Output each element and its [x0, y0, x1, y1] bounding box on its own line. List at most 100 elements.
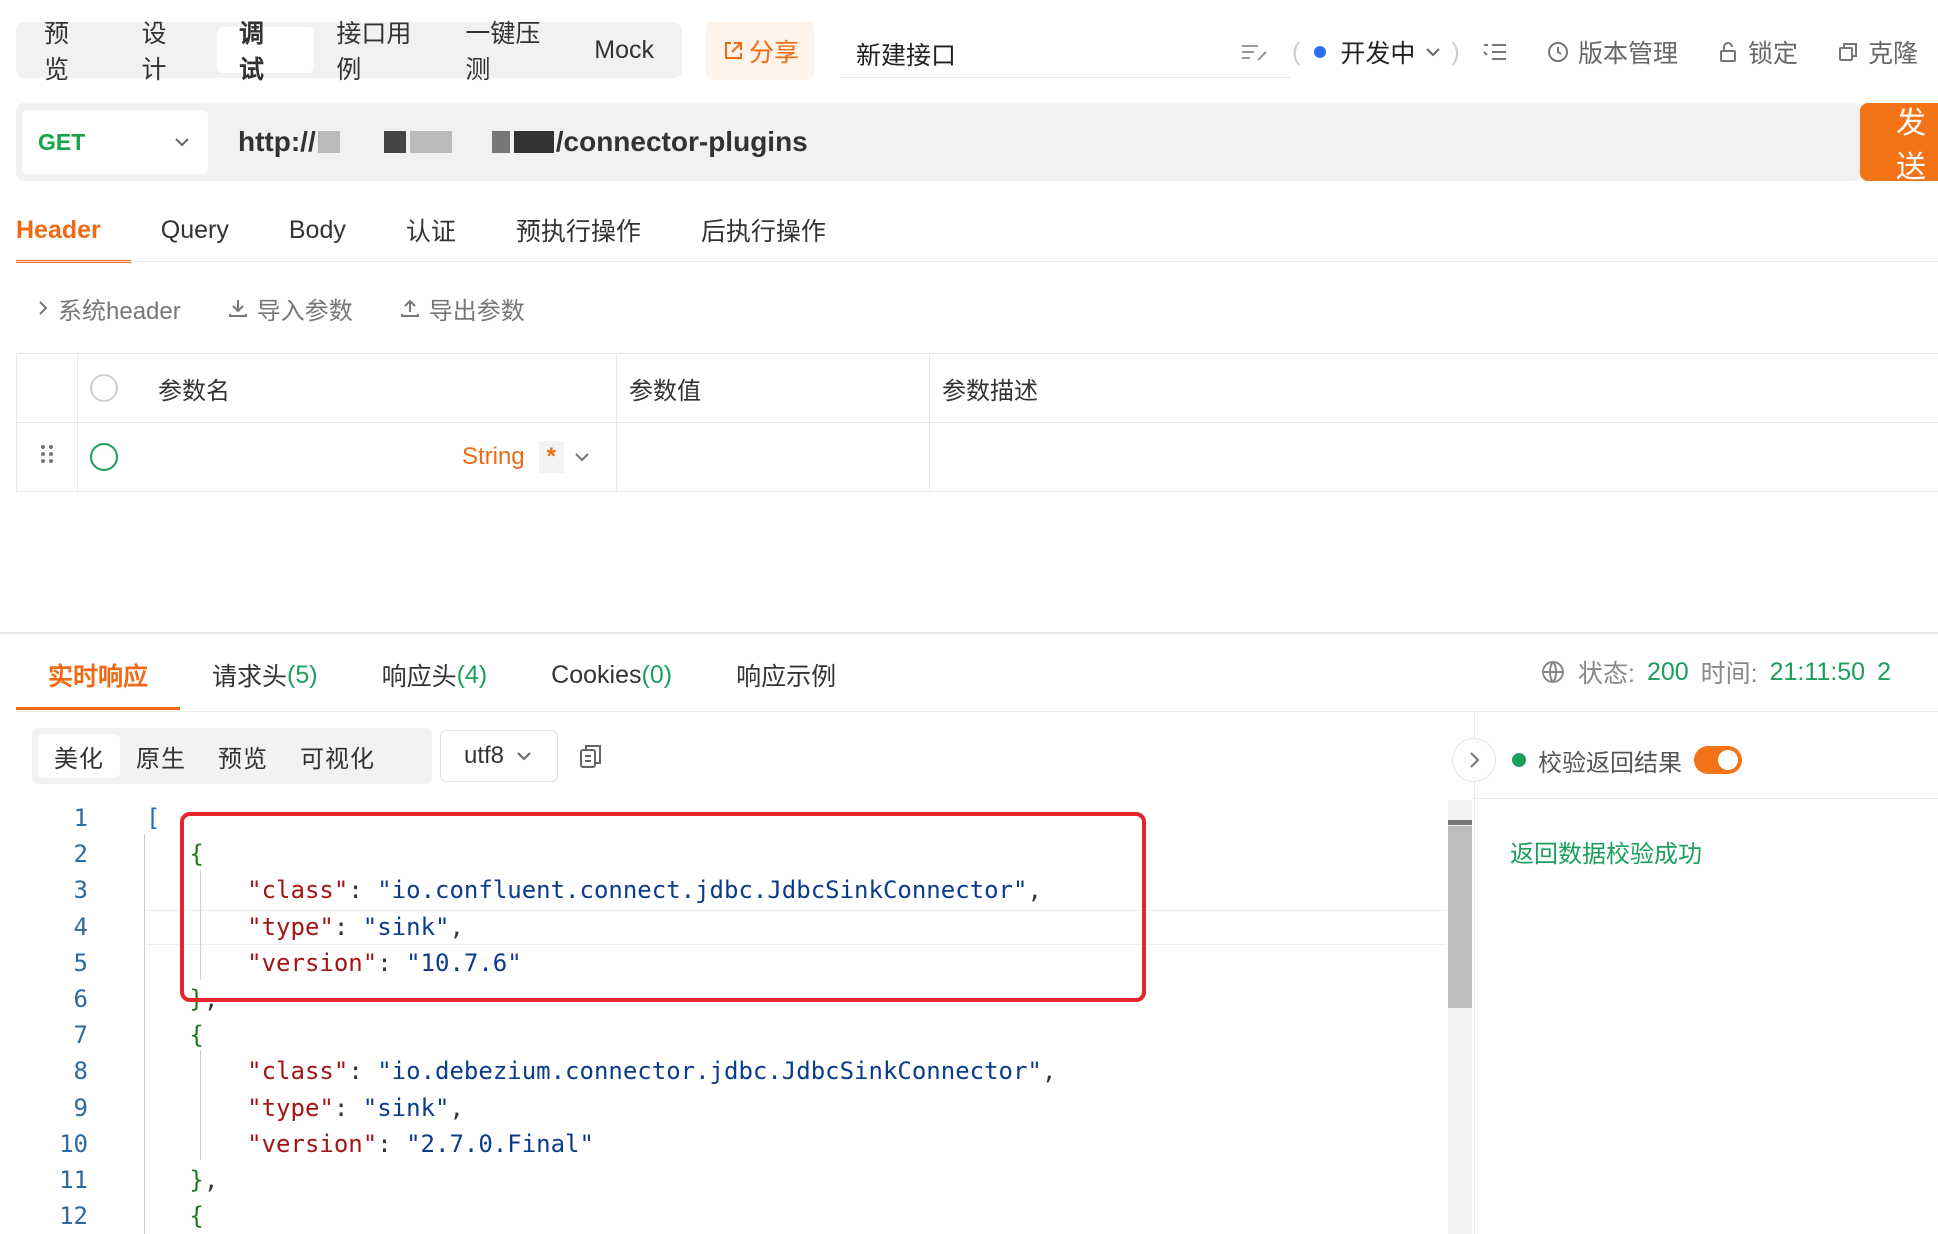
verify-divider — [1476, 798, 1938, 799]
encoding-select[interactable]: utf8 — [440, 730, 558, 782]
tab-test-cases[interactable]: 接口用例 — [314, 20, 443, 84]
verify-result-text: 返回数据校验成功 — [1510, 841, 1702, 868]
tab-pretty[interactable]: 美化 — [38, 734, 120, 778]
tab-live-response[interactable]: 实时响应 — [16, 640, 181, 710]
clone-button[interactable]: 克隆 — [1836, 32, 1918, 72]
tab-preview[interactable]: 预 览 — [22, 20, 119, 84]
import-params-button[interactable]: 导入参数 — [227, 291, 353, 326]
encoding-value: utf8 — [463, 742, 505, 769]
status-select[interactable]: ( 开发中 ) — [1292, 32, 1460, 72]
code-line: 7 { — [16, 1017, 1446, 1053]
header-tools: 系统header 导入参数 导出参数 — [36, 288, 525, 328]
tab-pre-script[interactable]: 预执行操作 — [486, 200, 671, 260]
tab-cookies[interactable]: Cookies (0) — [519, 640, 704, 710]
method-select[interactable]: GET — [22, 110, 208, 174]
version-management-label: 版本管理 — [1578, 40, 1679, 68]
line-number: 2 — [73, 840, 88, 869]
lock-icon — [1720, 42, 1736, 62]
api-name-value: 新建接口 — [856, 41, 957, 70]
status-code: 200 — [1646, 657, 1689, 686]
tab-query[interactable]: Query — [131, 200, 259, 260]
chevron-down-icon[interactable] — [572, 447, 592, 467]
status-select-value: 开发中 — [1340, 40, 1416, 68]
column-header-name: 参数名 — [158, 377, 230, 405]
param-tabs: Header Query Body 认证 预执行操作 后执行操作 — [16, 200, 856, 263]
chevron-down-icon — [1426, 48, 1441, 57]
code-line: 8 "class": "io.debezium.connector.jdbc.J… — [16, 1053, 1446, 1089]
tab-response-example[interactable]: 响应示例 — [704, 640, 868, 710]
tab-header[interactable]: Header — [16, 200, 131, 263]
param-value-input[interactable] — [616, 422, 930, 492]
line-number: 6 — [73, 985, 88, 1013]
time-label: 时间: — [1700, 660, 1758, 688]
verify-toggle[interactable] — [1694, 746, 1742, 774]
required-toggle[interactable]: * — [538, 441, 564, 473]
column-header-value: 参数值 — [616, 353, 930, 423]
verify-status-dot — [1512, 753, 1526, 767]
clone-icon — [1839, 43, 1857, 61]
param-type-select[interactable]: String — [462, 443, 525, 471]
tab-debug[interactable]: 调 试 — [216, 20, 315, 84]
collapse-panel-button[interactable] — [1452, 738, 1496, 782]
clone-label: 克隆 — [1868, 40, 1919, 68]
status-label: 状态: — [1578, 660, 1635, 688]
code-text: "class": "io.debezium.connector.jdbc.Jdb… — [247, 1057, 1057, 1086]
indent-guide — [144, 834, 145, 1234]
code-line: 9 "type": "sink", — [16, 1090, 1446, 1126]
version-management-button[interactable]: 版本管理 — [1546, 32, 1678, 72]
tab-auth[interactable]: 认证 — [376, 200, 486, 260]
row-enable-checkbox[interactable] — [90, 443, 118, 471]
tabs-divider — [16, 261, 1938, 262]
code-scrollbar-thumb[interactable] — [1448, 826, 1472, 1008]
scrollbar-marker — [1448, 820, 1472, 825]
code-text: { — [189, 1202, 204, 1231]
tab-load-test[interactable]: 一键压测 — [443, 20, 572, 84]
verify-response-row: 校验返回结果 — [1512, 740, 1742, 780]
url-input[interactable]: http:// /connector-plugins — [238, 118, 808, 166]
select-all-checkbox[interactable] — [90, 374, 118, 402]
tab-visualize[interactable]: 可视化 — [284, 734, 391, 778]
url-suffix: /connector-plugins — [555, 126, 808, 157]
tab-mock[interactable]: Mock — [572, 27, 676, 73]
table-row: String * — [16, 422, 1938, 492]
code-text: [ — [146, 804, 161, 832]
url-redacted — [316, 131, 556, 153]
line-number: 9 — [73, 1093, 88, 1122]
code-text: "version": "2.7.0.Final" — [247, 1129, 594, 1158]
tab-design[interactable]: 设 计 — [119, 20, 216, 84]
param-description-input[interactable] — [929, 422, 1938, 492]
edit-name-icon[interactable] — [1240, 32, 1270, 72]
import-params-label: 导入参数 — [256, 297, 353, 325]
tab-request-headers[interactable]: 请求头 (5) — [180, 640, 350, 710]
status-extra: 2 — [1877, 657, 1891, 686]
code-line: 11 }, — [16, 1162, 1446, 1198]
outline-icon[interactable] — [1482, 32, 1508, 72]
line-number: 1 — [73, 804, 88, 832]
line-number: 5 — [73, 948, 88, 977]
verify-label: 校验返回结果 — [1538, 749, 1682, 777]
tab-response-headers[interactable]: 响应头 (4) — [350, 640, 520, 710]
download-icon — [228, 300, 247, 317]
tab-raw[interactable]: 原生 — [120, 734, 202, 778]
send-button[interactable]: 发 送 — [1860, 103, 1938, 184]
code-text: }, — [189, 1166, 219, 1194]
share-button[interactable]: 分享 — [706, 22, 814, 80]
chevron-down-icon — [175, 138, 189, 147]
copy-icon[interactable] — [578, 742, 604, 775]
drag-handle-icon[interactable] — [40, 443, 54, 465]
tab-post-script[interactable]: 后执行操作 — [671, 200, 856, 260]
lock-button[interactable]: 锁定 — [1716, 32, 1798, 72]
line-number: 3 — [73, 876, 88, 905]
export-params-button[interactable]: 导出参数 — [399, 291, 525, 326]
line-number: 12 — [59, 1202, 88, 1231]
section-divider — [0, 632, 1938, 634]
tab-preview-response[interactable]: 预览 — [202, 734, 284, 778]
api-name-input[interactable]: 新建接口 — [840, 30, 1290, 78]
highlight-annotation-box — [180, 812, 1146, 1002]
column-header-description: 参数描述 — [929, 353, 1938, 423]
line-number: 10 — [59, 1129, 88, 1158]
line-number: 4 — [73, 912, 88, 941]
tab-body[interactable]: Body — [259, 200, 376, 260]
status-dot-icon — [1314, 46, 1327, 58]
system-header-toggle[interactable]: 系统header — [36, 291, 181, 326]
